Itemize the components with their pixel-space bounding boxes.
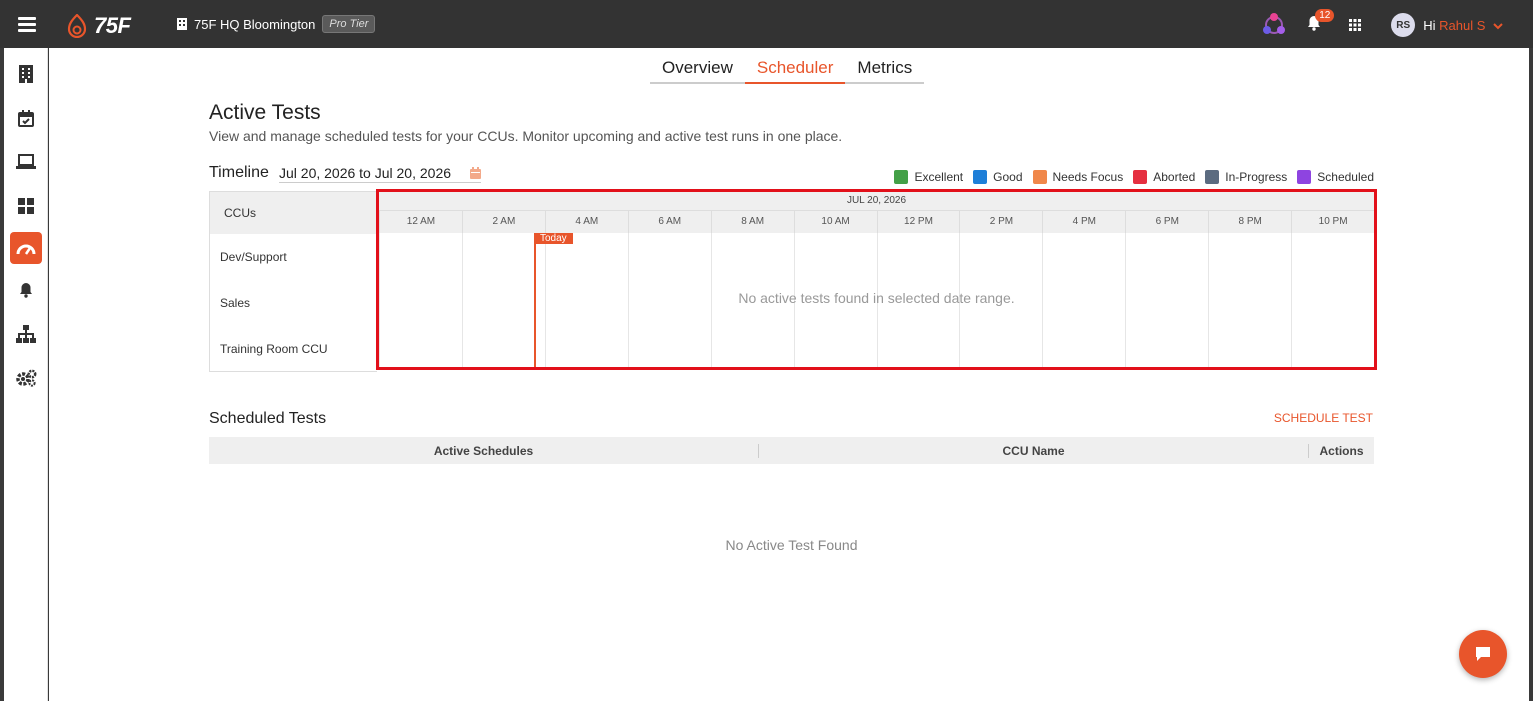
dashboard-icon bbox=[18, 198, 34, 214]
legend-swatch bbox=[1032, 170, 1047, 184]
column-header-actions: Actions bbox=[1319, 443, 1364, 458]
sidebar-item-dashboard[interactable] bbox=[10, 190, 42, 222]
scheduled-empty-message: No Active Test Found bbox=[725, 537, 858, 553]
building-name: 75F HQ Bloomington bbox=[194, 16, 316, 32]
main-content: Overview Scheduler Metrics Active Tests … bbox=[49, 48, 1529, 701]
schedule-test-button[interactable]: SCHEDULE TEST bbox=[1274, 411, 1373, 425]
ccu-list: CCUs Dev/Support Sales Training Room CCU bbox=[209, 191, 377, 372]
building-icon bbox=[19, 65, 33, 83]
notifications-button[interactable]: 12 bbox=[1307, 8, 1335, 36]
scheduled-tests-title: Scheduled Tests bbox=[209, 410, 327, 427]
legend-item-scheduled: Scheduled bbox=[1297, 170, 1374, 184]
ccu-row[interactable]: Training Room CCU bbox=[210, 326, 377, 372]
sidebar-item-schedule[interactable] bbox=[10, 102, 42, 134]
sidebar-item-alerts[interactable] bbox=[10, 274, 42, 306]
chat-icon bbox=[1476, 647, 1490, 661]
scheduled-table-header: Active Schedules CCU Name Actions bbox=[209, 437, 1374, 464]
legend-label: Excellent bbox=[914, 170, 964, 184]
ccu-row[interactable]: Dev/Support bbox=[210, 234, 377, 280]
legend-item-aborted: Aborted bbox=[1133, 170, 1195, 184]
date-range-value: Jul 20, 2026 to Jul 20, 2026 bbox=[279, 165, 452, 181]
page-title: Active Tests bbox=[209, 101, 321, 124]
apps-network-icon[interactable] bbox=[1261, 12, 1287, 38]
calendar-icon[interactable] bbox=[470, 167, 481, 179]
column-header-ccu-name[interactable]: CCU Name bbox=[759, 443, 1309, 458]
hour-label: 10 PM bbox=[1291, 211, 1374, 233]
logo-text: 75F bbox=[94, 13, 131, 38]
grid-apps-icon[interactable] bbox=[1349, 19, 1362, 31]
legend-label: Good bbox=[993, 170, 1023, 184]
legend: Excellent Good Needs Focus Aborted In-Pr… bbox=[894, 170, 1374, 184]
legend-label: Scheduled bbox=[1317, 170, 1374, 184]
today-label: Today bbox=[534, 233, 573, 244]
hour-label: 10 AM bbox=[793, 211, 877, 233]
legend-swatch bbox=[973, 170, 988, 184]
legend-swatch bbox=[1133, 170, 1148, 184]
sidebar-item-devices[interactable] bbox=[10, 146, 42, 178]
building-selector[interactable]: 75F HQ Bloomington Pro Tier bbox=[177, 15, 376, 33]
hour-label: 8 AM bbox=[710, 211, 794, 233]
sidebar-item-settings[interactable] bbox=[10, 362, 42, 394]
laptop-icon bbox=[16, 154, 36, 169]
sidebar-item-tests[interactable] bbox=[10, 232, 42, 264]
user-name: Rahul S bbox=[1439, 17, 1486, 33]
gauge-icon bbox=[16, 244, 36, 255]
chevron-down-icon bbox=[1493, 22, 1503, 29]
sitemap-icon bbox=[16, 325, 36, 343]
timeline-empty-message: No active tests found in selected date r… bbox=[738, 290, 1015, 306]
menu-icon[interactable] bbox=[18, 17, 36, 32]
hour-label: 4 PM bbox=[1042, 211, 1125, 233]
timeline-grid: JUL 20, 2026 12 AM 2 AM 4 AM 6 AM 8 AM 1… bbox=[379, 191, 1374, 369]
date-range-picker[interactable]: Jul 20, 2026 to Jul 20, 2026 bbox=[279, 165, 481, 183]
chat-button[interactable] bbox=[1459, 630, 1507, 678]
sidebar bbox=[4, 48, 48, 701]
legend-label: Aborted bbox=[1153, 170, 1196, 184]
legend-item-needs-focus: Needs Focus bbox=[1032, 170, 1124, 184]
calendar-check-icon bbox=[18, 109, 34, 127]
hour-label: 6 PM bbox=[1125, 211, 1208, 233]
building-icon bbox=[177, 18, 187, 30]
tab-bar: Overview Scheduler Metrics bbox=[650, 56, 925, 84]
tab-scheduler[interactable]: Scheduler bbox=[744, 56, 846, 84]
flame-logo-icon bbox=[67, 14, 87, 38]
hour-label: 8 PM bbox=[1208, 211, 1291, 233]
hour-label: 2 AM bbox=[461, 211, 545, 233]
timeline-label: Timeline bbox=[209, 164, 269, 181]
avatar[interactable]: RS bbox=[1391, 13, 1416, 37]
legend-label: Needs Focus bbox=[1052, 170, 1124, 184]
ccu-row[interactable]: Sales bbox=[210, 280, 377, 326]
hour-label: 6 AM bbox=[627, 211, 711, 233]
gears-icon bbox=[16, 369, 37, 387]
sidebar-item-buildings[interactable] bbox=[10, 58, 42, 90]
ccus-header: CCUs bbox=[210, 192, 377, 234]
top-bar: 75F 75F HQ Bloomington Pro Tier 12 RS Hi… bbox=[0, 0, 1533, 48]
timeline-date-header: JUL 20, 2026 bbox=[379, 191, 1374, 211]
tier-badge: Pro Tier bbox=[322, 15, 376, 33]
logo[interactable]: 75F bbox=[66, 13, 131, 39]
timeline-body: Today No active tests found in selected … bbox=[379, 233, 1374, 369]
bell-icon bbox=[20, 283, 32, 298]
legend-swatch bbox=[1297, 170, 1312, 184]
legend-swatch bbox=[894, 170, 909, 184]
tab-metrics[interactable]: Metrics bbox=[845, 56, 924, 82]
tab-overview[interactable]: Overview bbox=[650, 56, 745, 82]
legend-item-in-progress: In-Progress bbox=[1205, 170, 1287, 184]
hour-label: 12 PM bbox=[876, 211, 960, 233]
hour-label: 2 PM bbox=[959, 211, 1042, 233]
page-subtitle: View and manage scheduled tests for your… bbox=[209, 128, 843, 144]
column-header-active-schedules[interactable]: Active Schedules bbox=[209, 443, 759, 458]
legend-label: In-Progress bbox=[1225, 170, 1288, 184]
notification-count: 12 bbox=[1315, 8, 1335, 22]
timeline-hours: 12 AM 2 AM 4 AM 6 AM 8 AM 10 AM 12 PM 2 … bbox=[379, 211, 1374, 233]
user-menu[interactable]: Hi Rahul S bbox=[1423, 18, 1503, 33]
legend-item-good: Good bbox=[973, 170, 1023, 184]
greeting-text: Hi bbox=[1423, 17, 1436, 33]
hour-label: 4 AM bbox=[544, 211, 628, 233]
hour-label: 12 AM bbox=[379, 211, 462, 233]
sidebar-item-hierarchy[interactable] bbox=[10, 318, 42, 350]
legend-swatch bbox=[1205, 170, 1220, 184]
legend-item-excellent: Excellent bbox=[894, 170, 963, 184]
